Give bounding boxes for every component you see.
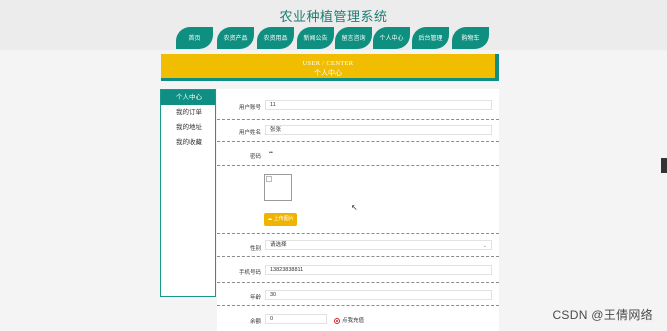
nav-item-news[interactable]: 新闻公告 xyxy=(297,27,334,49)
mouse-cursor-icon: ↖ xyxy=(351,203,358,212)
banner-title-en: USER / CENTER xyxy=(302,60,354,67)
name-label: 用户姓名 xyxy=(238,130,261,136)
nav-item-messages[interactable]: 留言咨询 xyxy=(335,27,372,49)
site-title: 农业种植管理系统 xyxy=(279,9,388,24)
upload-icon: ☁ xyxy=(267,216,273,222)
form-row-name: 用户姓名 张张 xyxy=(217,119,499,142)
age-label: 年龄 xyxy=(249,295,261,301)
banner-title-cn: 个人中心 xyxy=(314,70,342,77)
account-label: 用户账号 xyxy=(238,105,261,111)
sidebar-item-address[interactable]: 我的地址 xyxy=(161,120,215,135)
recharge-link[interactable]: 点我充值 xyxy=(334,316,364,324)
password-label: 密码 xyxy=(249,154,261,160)
gender-select-value: 请选择 xyxy=(270,242,287,248)
balance-label: 余额 xyxy=(249,319,261,325)
nav-item-admin[interactable]: 后台管理 xyxy=(412,27,449,49)
nav-item-home[interactable]: 首页 xyxy=(176,27,213,49)
phone-field[interactable]: 13823838811 xyxy=(265,265,492,275)
form-row-age: 年龄 30 xyxy=(217,282,499,306)
nav-item-cart[interactable]: 购物车 xyxy=(452,27,489,49)
recharge-radio-icon xyxy=(334,317,340,324)
watermark: CSDN @王倩网络 xyxy=(552,308,653,322)
form-row-password: 密码 •• xyxy=(217,141,499,166)
nav-item-agri-supplies[interactable]: 农资用品 xyxy=(257,27,294,49)
gender-select[interactable]: 请选择 ⌄ xyxy=(265,240,492,250)
phone-label: 手机号码 xyxy=(238,270,261,276)
upload-image-button[interactable]: ☁ 上传图片 xyxy=(264,213,297,226)
sidebar-item-user-center[interactable]: 个人中心 xyxy=(161,90,215,105)
nav-item-agri-products[interactable]: 农资产品 xyxy=(217,27,254,49)
sidebar-item-orders[interactable]: 我的订单 xyxy=(161,105,215,120)
broken-image-icon xyxy=(266,176,272,182)
sidebar: 个人中心 我的订单 我的地址 我的收藏 xyxy=(160,89,216,297)
form-row-account: 用户账号 11 xyxy=(217,89,499,120)
nav-item-user-center[interactable]: 个人中心 xyxy=(373,27,410,49)
account-field[interactable]: 11 xyxy=(265,100,492,110)
balance-field[interactable]: 0 xyxy=(265,314,327,324)
chevron-down-icon: ⌄ xyxy=(482,243,487,249)
upload-button-label: 上传图片 xyxy=(273,216,294,222)
name-field[interactable]: 张张 xyxy=(265,125,492,135)
page-banner: USER / CENTER 个人中心 xyxy=(161,54,499,81)
gender-label: 性别 xyxy=(249,246,261,252)
form-row-avatar xyxy=(217,165,499,233)
form-row-phone: 手机号码 13823838811 xyxy=(217,256,499,283)
form-row-gender: 性别 请选择 ⌄ xyxy=(217,233,499,257)
age-field[interactable]: 30 xyxy=(265,290,492,300)
header: 农业种植管理系统 首页 农资产品 农资用品 新闻公告 留言咨询 个人中心 后台管… xyxy=(0,0,667,50)
side-scroll-tab[interactable] xyxy=(661,158,667,173)
avatar-image xyxy=(264,174,292,201)
password-field[interactable]: •• xyxy=(265,149,492,159)
sidebar-item-favorites[interactable]: 我的收藏 xyxy=(161,135,215,150)
recharge-label: 点我充值 xyxy=(342,318,365,324)
profile-form: 用户账号 11 用户姓名 张张 密码 •• ☁ 上传图片 性别 请选择 ⌄ 手机… xyxy=(217,89,499,331)
